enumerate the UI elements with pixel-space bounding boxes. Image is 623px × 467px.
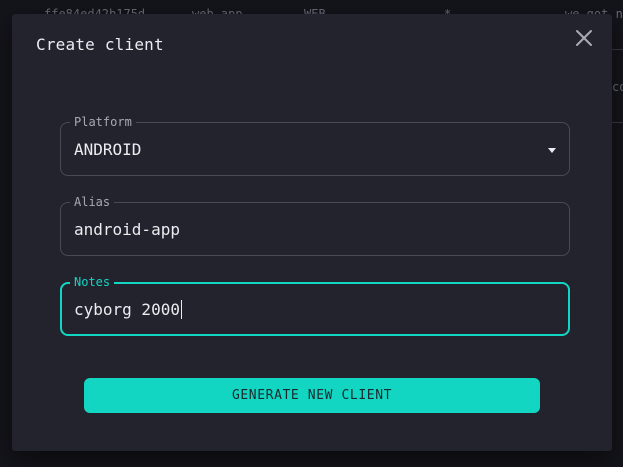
alias-value: android-app: [74, 220, 180, 239]
background-divider: [612, 49, 623, 50]
dialog-title: Create client: [36, 35, 164, 54]
notes-value: cyborg 2000: [74, 300, 180, 319]
platform-select[interactable]: Platform ANDROID: [60, 114, 570, 176]
text-cursor: [180, 300, 182, 319]
create-client-dialog: Create client Platform ANDROID Alias and…: [12, 14, 612, 451]
notes-field[interactable]: Notes cyborg 2000: [60, 274, 570, 336]
alias-field[interactable]: Alias android-app: [60, 194, 570, 256]
platform-value: ANDROID: [74, 140, 142, 159]
notes-input[interactable]: cyborg 2000: [74, 300, 182, 320]
close-icon: [576, 30, 592, 46]
background-cell-notes: co: [612, 80, 623, 94]
platform-label: Platform: [70, 114, 136, 130]
notes-label: Notes: [70, 274, 115, 290]
background-divider: [612, 122, 623, 123]
alias-label: Alias: [70, 194, 115, 210]
dropdown-arrow-icon: [548, 148, 556, 153]
close-button[interactable]: [574, 28, 594, 48]
generate-client-button[interactable]: GENERATE NEW CLIENT: [84, 378, 540, 413]
